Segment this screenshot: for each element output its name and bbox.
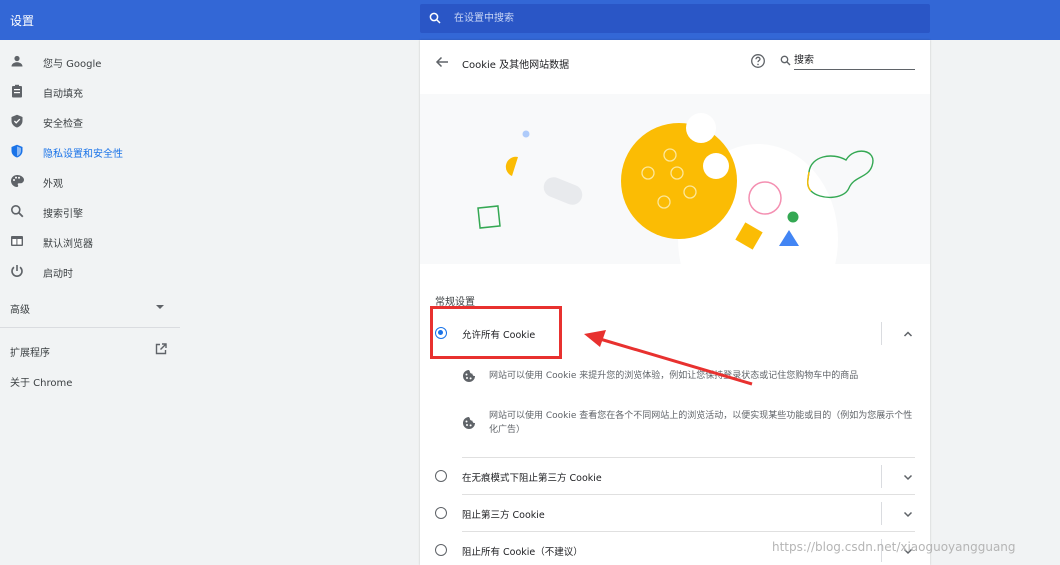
extensions-label: 扩展程序	[10, 348, 50, 359]
cookie-icon	[463, 417, 475, 429]
browser-icon	[11, 236, 23, 246]
sidebar-item-label: 启动时	[43, 269, 73, 280]
sidebar-item-label: 自动填充	[43, 89, 83, 100]
cookie-illustration-art	[477, 113, 874, 264]
detail-text: 网站可以使用 Cookie 查看您在各个不同网站上的浏览活动，以便实现某些功能或…	[489, 411, 913, 435]
option-label: 在无痕模式下阻止第三方 Cookie	[462, 473, 602, 484]
shield-check-icon	[11, 114, 23, 128]
radio-block-third-party[interactable]	[435, 507, 447, 519]
sidebar-item-label: 您与 Google	[43, 59, 102, 70]
cookie-illustration	[420, 94, 930, 264]
sidebar-item-default-browser[interactable]: 默认浏览器	[0, 226, 180, 256]
search-icon	[780, 55, 791, 66]
detail-text: 网站可以使用 Cookie 来提升您的浏览体验，例如让您保持登录状态或记住您购物…	[489, 371, 859, 381]
page-title: Cookie 及其他网站数据	[462, 60, 570, 71]
sidebar-item-you-and-google[interactable]: 您与 Google	[0, 46, 180, 76]
option-divider	[881, 502, 882, 525]
sidebar-item-appearance[interactable]: 外观	[0, 166, 180, 196]
search-icon	[429, 12, 441, 24]
sidebar-divider	[0, 327, 180, 328]
radio-block-incognito[interactable]	[435, 470, 447, 482]
option-label: 阻止所有 Cookie（不建议）	[462, 547, 583, 558]
watermark: https://blog.csdn.net/xiaoguoyangguang	[772, 540, 1016, 554]
extensions-link[interactable]: 扩展程序	[0, 338, 180, 364]
sidebar-item-privacy[interactable]: 隐私设置和安全性	[0, 136, 180, 166]
settings-search-bar[interactable]	[420, 4, 930, 33]
option-divider	[881, 465, 882, 488]
radio-block-all[interactable]	[435, 544, 447, 556]
sidebar-item-label: 搜索引擎	[43, 209, 83, 220]
advanced-label: 高级	[10, 305, 30, 316]
card-header: Cookie 及其他网站数据	[420, 40, 930, 92]
sidebar-item-on-startup[interactable]: 启动时	[0, 256, 180, 286]
sidebar-item-autofill[interactable]: 自动填充	[0, 76, 180, 106]
app-title: 设置	[10, 14, 35, 28]
privacy-shield-icon	[11, 144, 23, 158]
sidebar-item-label: 安全检查	[43, 119, 83, 130]
help-icon[interactable]	[750, 53, 766, 69]
option-divider	[881, 322, 882, 345]
about-chrome-label: 关于 Chrome	[10, 378, 73, 389]
cookie-search[interactable]	[778, 52, 915, 70]
sidebar-item-label: 隐私设置和安全性	[43, 149, 123, 160]
clipboard-icon	[12, 84, 22, 98]
person-icon	[11, 55, 23, 67]
cookie-icon	[463, 370, 475, 382]
top-bar: 设置	[0, 0, 1060, 40]
caret-down-icon	[156, 305, 164, 309]
sidebar-item-label: 默认浏览器	[43, 239, 93, 250]
chevron-down-icon[interactable]	[902, 508, 914, 520]
option-block-third-party-incognito[interactable]: 在无痕模式下阻止第三方 Cookie	[420, 458, 930, 495]
sidebar-item-safety-check[interactable]: 安全检查	[0, 106, 180, 136]
option-block-third-party[interactable]: 阻止第三方 Cookie	[420, 495, 930, 532]
about-chrome-link[interactable]: 关于 Chrome	[0, 368, 180, 394]
option-label: 阻止第三方 Cookie	[462, 510, 545, 521]
open-external-icon	[155, 343, 167, 355]
chevron-down-icon[interactable]	[902, 471, 914, 483]
settings-search-input[interactable]	[454, 10, 914, 27]
cookie-settings-card: Cookie 及其他网站数据 搜索 常规设置 允许所有 Cookie 网站可以使…	[420, 40, 930, 565]
cookie-search-input[interactable]	[794, 52, 915, 70]
sidebar: 您与 Google 自动填充 安全检查 隐私设置和安全性 外观 搜索引擎 默认浏…	[0, 40, 180, 565]
power-icon	[11, 265, 23, 277]
highlight-box	[430, 306, 562, 359]
advanced-toggle[interactable]: 高级	[0, 292, 180, 322]
sidebar-item-label: 外观	[43, 179, 63, 190]
palette-icon	[11, 175, 24, 187]
back-arrow-icon[interactable]	[434, 54, 450, 70]
sidebar-item-search-engine[interactable]: 搜索引擎	[0, 196, 180, 226]
chevron-up-icon[interactable]	[902, 328, 914, 340]
search-icon	[11, 205, 24, 218]
